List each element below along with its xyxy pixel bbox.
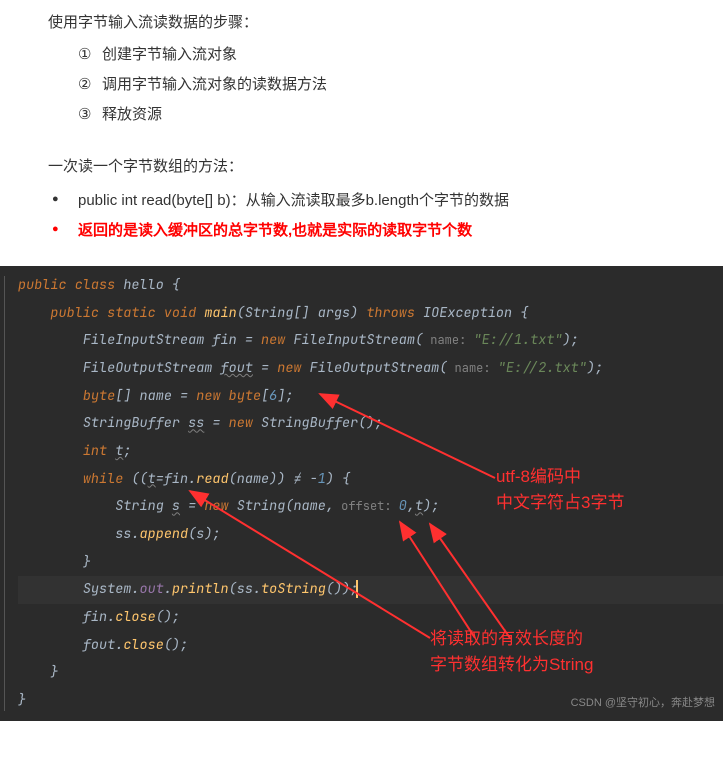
code-line: public class hello {: [18, 272, 723, 300]
gutter-line: [4, 276, 5, 711]
step-num: ②: [78, 70, 102, 100]
step-text: 调用字节输入流对象的读数据方法: [102, 76, 327, 93]
annotation-string: 将读取的有效长度的 字节数组转化为String: [430, 626, 593, 677]
code-line: ss.append(s);: [18, 521, 723, 549]
code-line: public static void main(String[] args) t…: [18, 300, 723, 328]
code-line: FileInputStream fin = new FileInputStrea…: [18, 327, 723, 355]
step-num: ①: [78, 40, 102, 70]
step-num: ③: [78, 100, 102, 130]
code-line: FileOutputStream fout = new FileOutputSt…: [18, 355, 723, 383]
code-line: byte[] name = new byte[6];: [18, 383, 723, 411]
bullet-list: public int read(byte[] b)：从输入流读取最多b.leng…: [48, 186, 675, 246]
annotation-utf8: utf-8编码中 中文字符占3字节: [496, 464, 624, 515]
code-block: public class hello { public static void …: [0, 266, 723, 721]
code-line: }: [18, 659, 723, 687]
code-line: }: [18, 549, 723, 577]
bullet-item: public int read(byte[] b)：从输入流读取最多b.leng…: [48, 186, 675, 216]
bullet-item-red: 返回的是读入缓冲区的总字节数,也就是实际的读取字节个数: [48, 216, 675, 246]
code-line: fin.close();: [18, 604, 723, 632]
code-line: fout.close();: [18, 632, 723, 660]
doc-section: 使用字节输入流读数据的步骤： ①创建字节输入流对象 ②调用字节输入流对象的读数据…: [0, 0, 723, 266]
code-line-highlighted: System.out.println(ss.toString());: [18, 576, 723, 604]
step-item: ①创建字节输入流对象: [48, 40, 675, 70]
step-item: ③释放资源: [48, 100, 675, 130]
step-text: 创建字节输入流对象: [102, 46, 237, 63]
heading-steps: 使用字节输入流读数据的步骤：: [48, 8, 675, 38]
step-item: ②调用字节输入流对象的读数据方法: [48, 70, 675, 100]
step-text: 释放资源: [102, 106, 162, 123]
code-line: int t;: [18, 438, 723, 466]
code-line: StringBuffer ss = new StringBuffer();: [18, 410, 723, 438]
watermark: CSDN @坚守初心，奔赴梦想: [571, 692, 715, 715]
heading-method: 一次读一个字节数组的方法：: [48, 152, 675, 182]
